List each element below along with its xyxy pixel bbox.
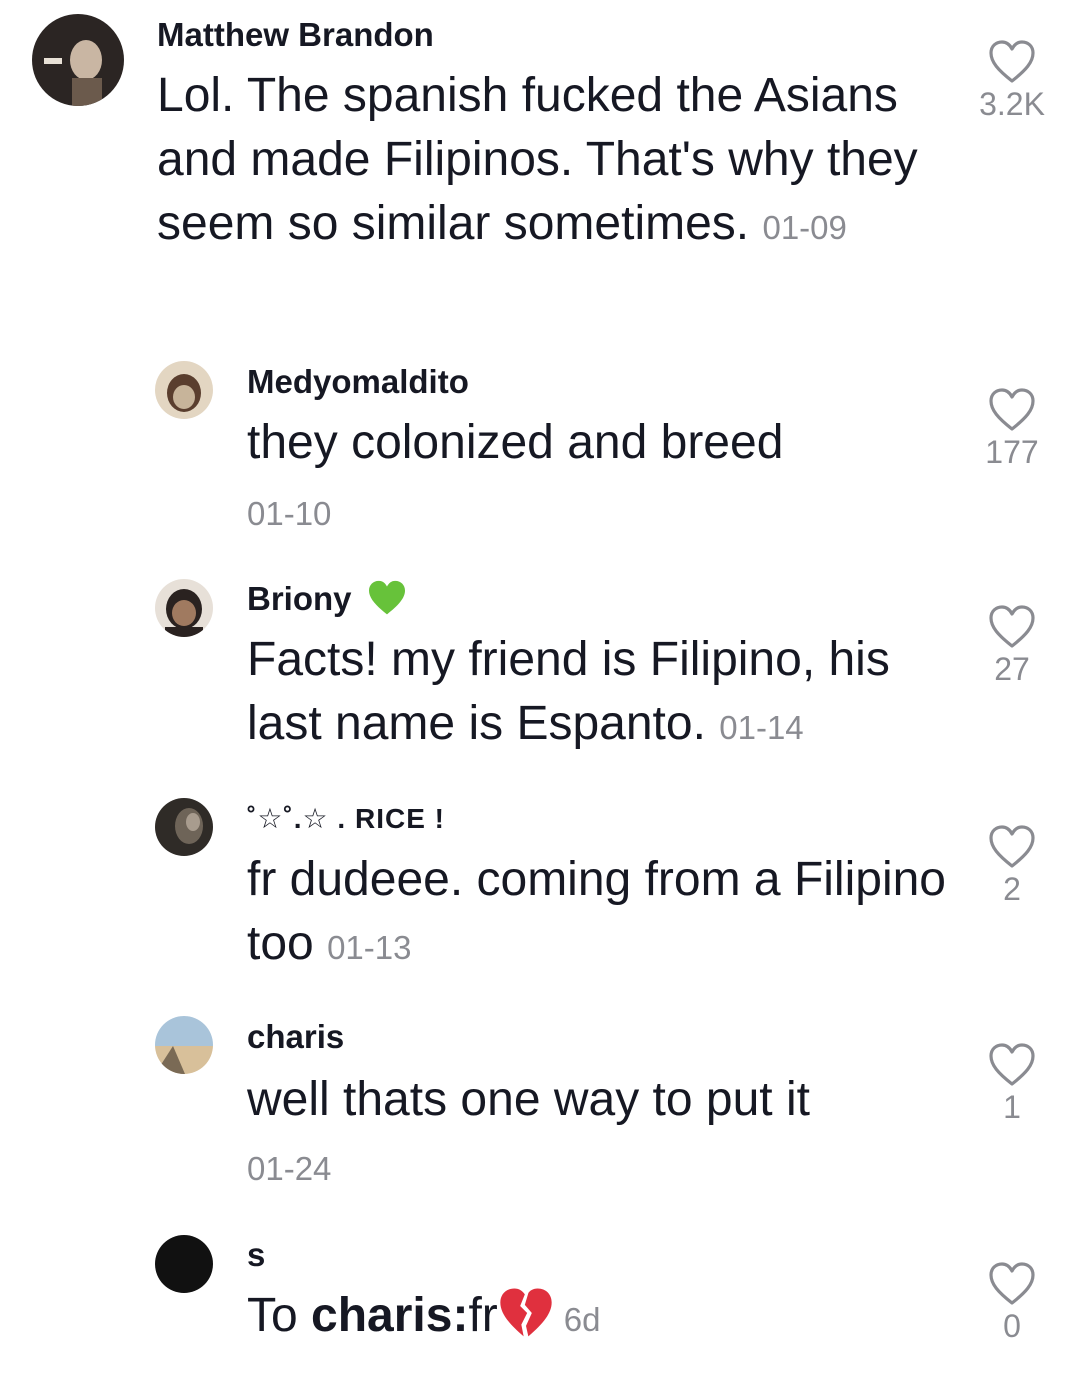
- heart-outline-icon: [989, 1043, 1035, 1086]
- username[interactable]: ˚☆˚.☆ . RICE !: [247, 802, 445, 835]
- comment-text: well thats one way to put it: [247, 1073, 810, 1126]
- avatar[interactable]: [155, 798, 213, 856]
- avatar[interactable]: [155, 1235, 213, 1293]
- heart-outline-icon: [989, 388, 1035, 431]
- username[interactable]: Briony: [247, 580, 407, 618]
- like-count: 1: [1003, 1089, 1021, 1125]
- comment-date: 01-14: [719, 709, 804, 746]
- reply-item: Briony Facts! my friend is Filipino, his…: [0, 572, 1080, 772]
- comment-date: 01-10: [247, 495, 332, 532]
- avatar[interactable]: [155, 1016, 213, 1074]
- comment-text: fr dudeee. coming from a Filipino too 01…: [247, 853, 946, 970]
- like-button[interactable]: 0: [950, 1262, 1074, 1345]
- like-count: 3.2K: [979, 86, 1045, 122]
- like-button[interactable]: 2: [950, 825, 1074, 908]
- like-count: 0: [1003, 1308, 1021, 1344]
- username[interactable]: Medyomaldito: [247, 363, 469, 401]
- reply-item: charis well thats one way to put it 01-2…: [0, 1010, 1080, 1210]
- like-count: 177: [985, 434, 1039, 470]
- broken-heart-icon: [500, 1288, 552, 1337]
- heart-outline-icon: [989, 825, 1035, 868]
- like-button[interactable]: 1: [950, 1043, 1074, 1126]
- avatar[interactable]: [32, 14, 124, 106]
- reply-item: s To charis:fr 6d 0: [0, 1228, 1080, 1379]
- comment-date: 01-13: [327, 929, 412, 966]
- reply-item: ˚☆˚.☆ . RICE ! fr dudeee. coming from a …: [0, 792, 1080, 992]
- comment-text: they colonized and breed: [247, 416, 784, 469]
- comment-date: 6d: [563, 1301, 601, 1338]
- avatar[interactable]: [155, 579, 213, 637]
- heart-outline-icon: [989, 40, 1035, 83]
- reply-to-mention[interactable]: charis: [311, 1289, 452, 1342]
- like-count: 27: [994, 651, 1030, 687]
- comment-text: Lol. The spanish fucked the Asians and m…: [157, 69, 918, 250]
- reply-item: Medyomaldito they colonized and breed 01…: [0, 355, 1080, 545]
- green-heart-icon: [368, 581, 405, 615]
- like-button[interactable]: 27: [950, 605, 1074, 688]
- heart-outline-icon: [989, 1262, 1035, 1305]
- like-count: 2: [1003, 871, 1021, 907]
- comment-date: 01-09: [762, 209, 847, 246]
- username[interactable]: Matthew Brandon: [157, 16, 434, 54]
- avatar[interactable]: [155, 361, 213, 419]
- comment-date: 01-24: [247, 1150, 332, 1187]
- username[interactable]: s: [247, 1236, 265, 1274]
- comment-item: Matthew Brandon Lol. The spanish fucked …: [0, 0, 1080, 330]
- comment-text: To charis:fr 6d: [247, 1288, 601, 1342]
- username[interactable]: charis: [247, 1018, 344, 1056]
- like-button[interactable]: 3.2K: [950, 40, 1074, 123]
- heart-outline-icon: [989, 605, 1035, 648]
- comment-text: Facts! my friend is Filipino, his last n…: [247, 633, 890, 750]
- like-button[interactable]: 177: [950, 388, 1074, 471]
